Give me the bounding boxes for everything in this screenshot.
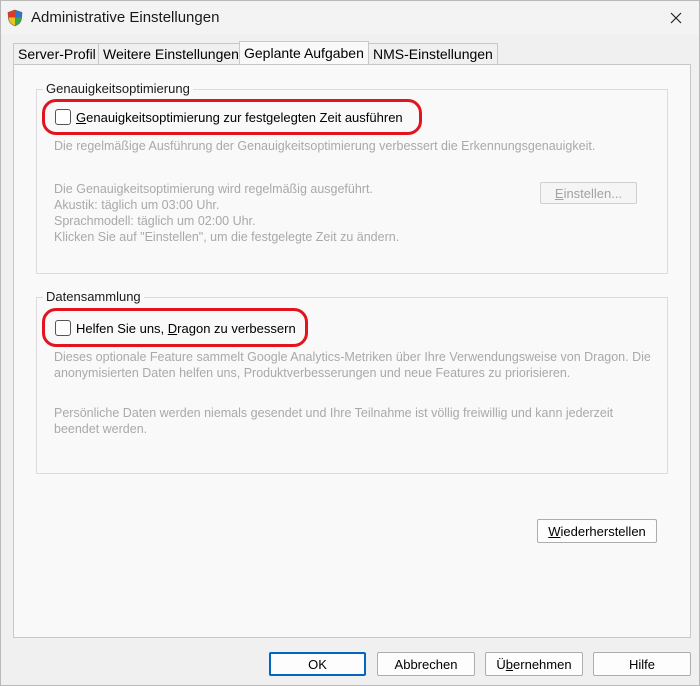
close-button[interactable] <box>659 4 693 32</box>
label-text: enauigkeitsoptimierung zur festgelegten … <box>86 109 403 125</box>
accuracy-group-title: Genauigkeitsoptimierung <box>43 81 193 96</box>
accuracy-checkbox-label: Genauigkeitsoptimierung zur festgelegten… <box>76 110 403 125</box>
button-label: OK <box>308 656 327 672</box>
mnemonic: W <box>548 523 561 539</box>
tab-label: Geplante Aufgaben <box>244 45 364 61</box>
cancel-button[interactable]: Abbrechen <box>377 652 475 676</box>
button-label: ernehmen <box>513 656 572 672</box>
data-collection-paragraph-1: Dieses optionale Feature sammelt Google … <box>54 350 651 380</box>
shield-icon <box>7 9 23 27</box>
tab-nms-einstellungen[interactable]: NMS-Einstellungen <box>368 43 498 64</box>
apply-button[interactable]: Üb ernehmen <box>485 652 583 676</box>
button-label: iederherstellen <box>560 523 646 539</box>
restore-button[interactable]: Wiederherstellen <box>537 519 657 543</box>
accuracy-group: Genauigkeitsoptimierung Genauigkeitsopti… <box>36 81 668 274</box>
data-collection-paragraph-2: Persönliche Daten werden niemals gesende… <box>54 406 614 436</box>
button-label: Abbrechen <box>394 656 458 672</box>
data-collection-group-title: Datensammlung <box>43 289 144 304</box>
window-title: Administrative Einstellungen <box>31 9 220 26</box>
tab-label: Server-Profil <box>18 46 96 62</box>
tab-geplante-aufgaben[interactable]: Geplante Aufgaben <box>239 41 369 64</box>
button-label: instellen... <box>563 185 623 201</box>
tab-weitere-einstellungen[interactable]: Weitere Einstellungen <box>98 43 244 64</box>
data-collection-checkbox[interactable] <box>55 320 71 336</box>
tab-server-profil[interactable]: Server-Profil <box>13 43 101 64</box>
accuracy-info-line: Akustik: täglich um 03:00 Uhr. <box>54 198 220 212</box>
button-label: Hilfe <box>628 656 655 672</box>
mnemonic: E <box>554 185 564 201</box>
mnemonic: b <box>505 656 514 672</box>
close-icon <box>670 12 682 24</box>
data-collection-checkbox-row[interactable]: Helfen Sie uns, Dragon zu verbessern <box>55 320 296 336</box>
accuracy-checkbox-row[interactable]: Genauigkeitsoptimierung zur festgelegten… <box>55 109 403 125</box>
tab-label: Weitere Einstellungen <box>103 46 239 62</box>
accuracy-description: Die regelmäßige Ausführung der Genauigke… <box>54 139 596 153</box>
label-text: ragon zu verbessern <box>177 320 296 336</box>
set-time-button[interactable]: Einstellen... <box>540 182 637 204</box>
data-collection-group: Datensammlung Helfen Sie uns, Dragon zu … <box>36 289 668 474</box>
data-collection-checkbox-label: Helfen Sie uns, Dragon zu verbessern <box>76 321 296 336</box>
label-text: Helfen Sie uns, <box>76 320 168 336</box>
accuracy-info-line: Klicken Sie auf "Einstellen", um die fes… <box>54 230 400 244</box>
dialog-window: Administrative Einstellungen Server-Prof… <box>0 0 700 686</box>
help-button[interactable]: Hilfe <box>593 652 691 676</box>
ok-button[interactable]: OK <box>269 652 366 676</box>
accuracy-info-line: Sprachmodell: täglich um 02:00 Uhr. <box>54 214 256 228</box>
mnemonic: D <box>167 320 178 336</box>
accuracy-info-line: Die Genauigkeitsoptimierung wird regelmä… <box>54 182 373 196</box>
tab-label: NMS-Einstellungen <box>373 46 493 62</box>
mnemonic: G <box>76 109 87 125</box>
accuracy-checkbox[interactable] <box>55 109 71 125</box>
tab-panel: Genauigkeitsoptimierung Genauigkeitsopti… <box>13 64 691 638</box>
title-bar: Administrative Einstellungen <box>1 1 699 35</box>
button-label: Ü <box>496 656 506 672</box>
